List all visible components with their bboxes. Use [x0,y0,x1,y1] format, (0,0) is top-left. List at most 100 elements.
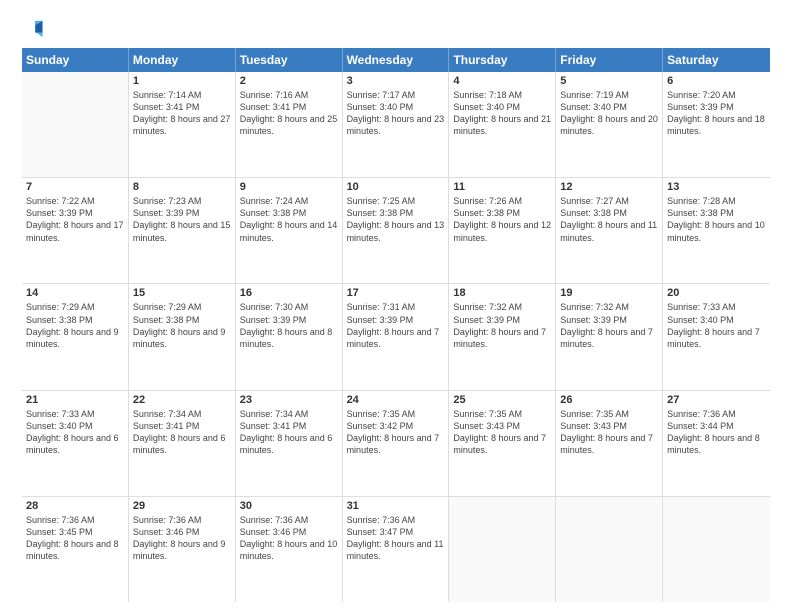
day-number: 27 [667,394,766,406]
daylight-text: Daylight: 8 hours and 11 minutes. [347,538,445,562]
sunrise-text: Sunrise: 7:24 AM [240,195,338,207]
cal-cell-4-1: 29Sunrise: 7:36 AMSunset: 3:46 PMDayligh… [129,497,236,602]
week-row-1: 1Sunrise: 7:14 AMSunset: 3:41 PMDaylight… [22,72,770,178]
calendar: SundayMondayTuesdayWednesdayThursdayFrid… [22,48,770,602]
sunset-text: Sunset: 3:39 PM [347,314,445,326]
cal-cell-1-2: 9Sunrise: 7:24 AMSunset: 3:38 PMDaylight… [236,178,343,283]
sunrise-text: Sunrise: 7:35 AM [347,408,445,420]
week-row-4: 21Sunrise: 7:33 AMSunset: 3:40 PMDayligh… [22,391,770,497]
sunrise-text: Sunrise: 7:36 AM [667,408,766,420]
sunrise-text: Sunrise: 7:16 AM [240,89,338,101]
day-number: 11 [453,181,551,193]
sunset-text: Sunset: 3:40 PM [347,101,445,113]
cal-cell-1-6: 13Sunrise: 7:28 AMSunset: 3:38 PMDayligh… [663,178,770,283]
cal-cell-2-1: 15Sunrise: 7:29 AMSunset: 3:38 PMDayligh… [129,284,236,389]
sunset-text: Sunset: 3:38 PM [560,207,658,219]
cal-cell-0-4: 4Sunrise: 7:18 AMSunset: 3:40 PMDaylight… [449,72,556,177]
sunset-text: Sunset: 3:42 PM [347,420,445,432]
daylight-text: Daylight: 8 hours and 8 minutes. [240,326,338,350]
cal-cell-1-1: 8Sunrise: 7:23 AMSunset: 3:39 PMDaylight… [129,178,236,283]
sunset-text: Sunset: 3:46 PM [133,526,231,538]
daylight-text: Daylight: 8 hours and 7 minutes. [667,326,766,350]
calendar-header: SundayMondayTuesdayWednesdayThursdayFrid… [22,48,770,72]
logo [22,18,48,40]
day-number: 21 [26,394,124,406]
header-day-friday: Friday [556,48,663,72]
sunrise-text: Sunrise: 7:36 AM [133,514,231,526]
calendar-body: 1Sunrise: 7:14 AMSunset: 3:41 PMDaylight… [22,72,770,602]
sunrise-text: Sunrise: 7:25 AM [347,195,445,207]
daylight-text: Daylight: 8 hours and 20 minutes. [560,113,658,137]
sunrise-text: Sunrise: 7:29 AM [26,301,124,313]
daylight-text: Daylight: 8 hours and 10 minutes. [667,219,766,243]
sunset-text: Sunset: 3:41 PM [240,420,338,432]
sunrise-text: Sunrise: 7:36 AM [240,514,338,526]
sunrise-text: Sunrise: 7:28 AM [667,195,766,207]
daylight-text: Daylight: 8 hours and 11 minutes. [560,219,658,243]
day-number: 26 [560,394,658,406]
sunrise-text: Sunrise: 7:33 AM [667,301,766,313]
sunset-text: Sunset: 3:46 PM [240,526,338,538]
daylight-text: Daylight: 8 hours and 9 minutes. [133,326,231,350]
day-number: 24 [347,394,445,406]
sunrise-text: Sunrise: 7:32 AM [560,301,658,313]
daylight-text: Daylight: 8 hours and 7 minutes. [560,326,658,350]
day-number: 7 [26,181,124,193]
sunset-text: Sunset: 3:41 PM [240,101,338,113]
day-number: 10 [347,181,445,193]
day-number: 22 [133,394,231,406]
sunset-text: Sunset: 3:39 PM [133,207,231,219]
sunset-text: Sunset: 3:40 PM [560,101,658,113]
cal-cell-1-4: 11Sunrise: 7:26 AMSunset: 3:38 PMDayligh… [449,178,556,283]
day-number: 16 [240,287,338,299]
cal-cell-3-1: 22Sunrise: 7:34 AMSunset: 3:41 PMDayligh… [129,391,236,496]
daylight-text: Daylight: 8 hours and 27 minutes. [133,113,231,137]
cal-cell-0-3: 3Sunrise: 7:17 AMSunset: 3:40 PMDaylight… [343,72,450,177]
cal-cell-3-6: 27Sunrise: 7:36 AMSunset: 3:44 PMDayligh… [663,391,770,496]
header-day-sunday: Sunday [22,48,129,72]
sunset-text: Sunset: 3:38 PM [667,207,766,219]
cal-cell-4-2: 30Sunrise: 7:36 AMSunset: 3:46 PMDayligh… [236,497,343,602]
sunrise-text: Sunrise: 7:31 AM [347,301,445,313]
daylight-text: Daylight: 8 hours and 7 minutes. [453,432,551,456]
daylight-text: Daylight: 8 hours and 14 minutes. [240,219,338,243]
sunset-text: Sunset: 3:38 PM [453,207,551,219]
daylight-text: Daylight: 8 hours and 21 minutes. [453,113,551,137]
day-number: 19 [560,287,658,299]
sunset-text: Sunset: 3:40 PM [667,314,766,326]
cal-cell-1-5: 12Sunrise: 7:27 AMSunset: 3:38 PMDayligh… [556,178,663,283]
sunset-text: Sunset: 3:39 PM [240,314,338,326]
daylight-text: Daylight: 8 hours and 8 minutes. [26,538,124,562]
week-row-2: 7Sunrise: 7:22 AMSunset: 3:39 PMDaylight… [22,178,770,284]
day-number: 17 [347,287,445,299]
header-day-wednesday: Wednesday [343,48,450,72]
sunrise-text: Sunrise: 7:27 AM [560,195,658,207]
day-number: 4 [453,75,551,87]
daylight-text: Daylight: 8 hours and 15 minutes. [133,219,231,243]
day-number: 31 [347,500,445,512]
sunset-text: Sunset: 3:38 PM [26,314,124,326]
logo-icon [22,18,44,40]
daylight-text: Daylight: 8 hours and 9 minutes. [133,538,231,562]
cal-cell-4-5 [556,497,663,602]
sunrise-text: Sunrise: 7:20 AM [667,89,766,101]
cal-cell-2-5: 19Sunrise: 7:32 AMSunset: 3:39 PMDayligh… [556,284,663,389]
sunrise-text: Sunrise: 7:23 AM [133,195,231,207]
sunset-text: Sunset: 3:41 PM [133,101,231,113]
sunset-text: Sunset: 3:44 PM [667,420,766,432]
day-number: 2 [240,75,338,87]
cal-cell-0-6: 6Sunrise: 7:20 AMSunset: 3:39 PMDaylight… [663,72,770,177]
sunrise-text: Sunrise: 7:35 AM [453,408,551,420]
cal-cell-0-2: 2Sunrise: 7:16 AMSunset: 3:41 PMDaylight… [236,72,343,177]
cal-cell-1-3: 10Sunrise: 7:25 AMSunset: 3:38 PMDayligh… [343,178,450,283]
cal-cell-2-2: 16Sunrise: 7:30 AMSunset: 3:39 PMDayligh… [236,284,343,389]
day-number: 30 [240,500,338,512]
week-row-5: 28Sunrise: 7:36 AMSunset: 3:45 PMDayligh… [22,497,770,602]
sunset-text: Sunset: 3:38 PM [133,314,231,326]
sunset-text: Sunset: 3:39 PM [26,207,124,219]
sunrise-text: Sunrise: 7:14 AM [133,89,231,101]
day-number: 15 [133,287,231,299]
cal-cell-0-0 [22,72,129,177]
sunrise-text: Sunrise: 7:35 AM [560,408,658,420]
sunset-text: Sunset: 3:38 PM [347,207,445,219]
